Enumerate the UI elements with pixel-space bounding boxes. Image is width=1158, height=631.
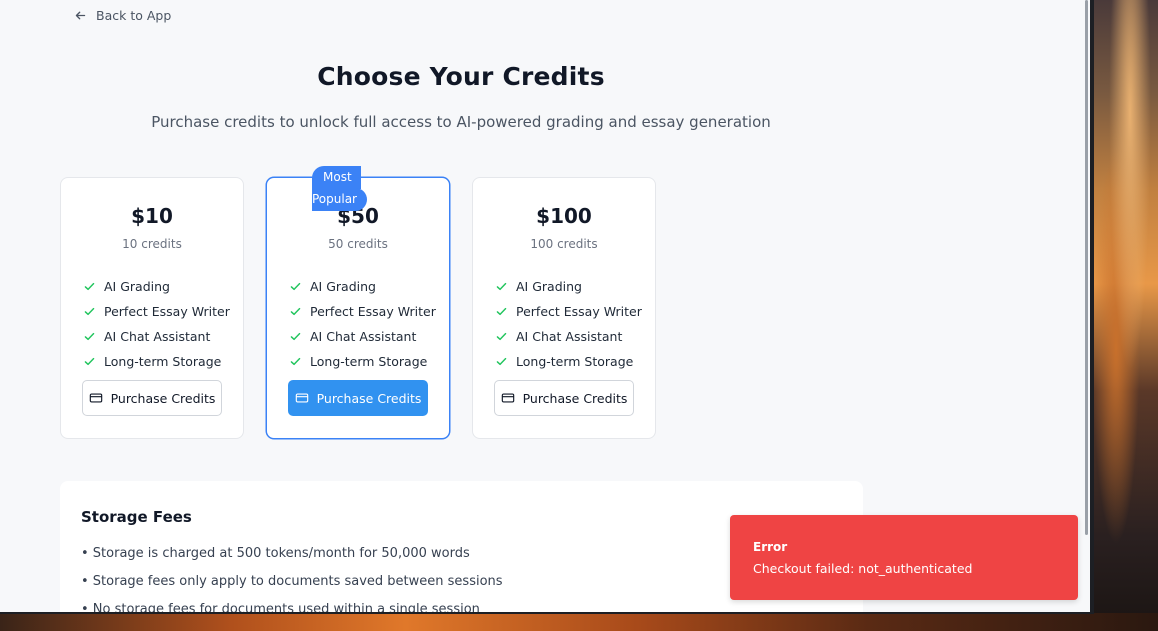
check-icon xyxy=(290,357,301,366)
page-subtitle: Purchase credits to unlock full access t… xyxy=(151,113,771,131)
feature-list: AI Grading Perfect Essay Writer AI Chat … xyxy=(495,274,642,374)
feature-list: AI Grading Perfect Essay Writer AI Chat … xyxy=(289,274,436,374)
plan-card-50: $50 50 credits AI Grading Perfect Essay … xyxy=(266,177,450,439)
badge-line-1: Most xyxy=(312,166,361,189)
page-title: Choose Your Credits xyxy=(317,62,605,91)
credit-card-icon xyxy=(295,393,308,403)
purchase-credits-label: Purchase Credits xyxy=(110,390,216,406)
check-icon xyxy=(496,307,507,316)
feature-list: AI Grading Perfect Essay Writer AI Chat … xyxy=(83,274,230,374)
purchase-credits-button[interactable]: Purchase Credits xyxy=(494,380,634,416)
feature-label: AI Chat Assistant xyxy=(310,329,417,344)
storage-fee-item: • Storage is charged at 500 tokens/month… xyxy=(81,546,470,561)
desktop-wallpaper-bottom xyxy=(0,613,1158,631)
feature-item: AI Grading xyxy=(495,274,642,299)
feature-label: Long-term Storage xyxy=(310,354,428,369)
feature-item: AI Grading xyxy=(289,274,436,299)
feature-item: Perfect Essay Writer xyxy=(83,299,230,324)
check-icon xyxy=(496,357,507,366)
check-icon xyxy=(84,307,95,316)
check-icon xyxy=(496,332,507,341)
check-icon xyxy=(290,332,301,341)
purchase-credits-button[interactable]: Purchase Credits xyxy=(82,380,222,416)
back-to-app-label: Back to App xyxy=(96,8,172,23)
check-icon xyxy=(290,282,301,291)
feature-label: Long-term Storage xyxy=(104,354,222,369)
toast-message: Checkout failed: not_authenticated xyxy=(753,561,973,576)
storage-fee-item: • Storage fees only apply to documents s… xyxy=(81,574,503,589)
check-icon xyxy=(84,332,95,341)
plan-credits: 50 credits xyxy=(328,237,388,251)
badge-line-2: Popular xyxy=(312,188,367,211)
credit-card-icon xyxy=(89,393,102,403)
check-icon xyxy=(84,357,95,366)
feature-label: AI Chat Assistant xyxy=(516,329,623,344)
purchase-credits-label: Purchase Credits xyxy=(522,390,628,406)
desktop-wallpaper xyxy=(1088,0,1158,631)
plan-card-100: $100 100 credits AI Grading Perfect Essa… xyxy=(472,177,656,439)
feature-label: AI Grading xyxy=(104,279,170,294)
purchase-credits-button[interactable]: Purchase Credits xyxy=(288,380,428,416)
feature-item: Long-term Storage xyxy=(83,349,230,374)
feature-label: Perfect Essay Writer xyxy=(516,304,642,319)
feature-label: AI Grading xyxy=(310,279,376,294)
check-icon xyxy=(496,282,507,291)
check-icon xyxy=(290,307,301,316)
feature-item: AI Chat Assistant xyxy=(495,324,642,349)
toast-title: Error xyxy=(753,540,788,554)
storage-fees-title: Storage Fees xyxy=(81,508,192,526)
feature-item: AI Chat Assistant xyxy=(83,324,230,349)
plan-credits: 10 credits xyxy=(122,237,182,251)
arrow-left-icon xyxy=(75,11,86,20)
feature-label: AI Grading xyxy=(516,279,582,294)
feature-label: Perfect Essay Writer xyxy=(104,304,230,319)
feature-label: AI Chat Assistant xyxy=(104,329,211,344)
credit-card-icon xyxy=(501,393,514,403)
plan-card-10: $10 10 credits AI Grading Perfect Essay … xyxy=(60,177,244,439)
feature-item: Perfect Essay Writer xyxy=(289,299,436,324)
error-toast[interactable]: Error Checkout failed: not_authenticated xyxy=(730,515,1078,600)
purchase-credits-label: Purchase Credits xyxy=(316,390,422,406)
feature-label: Long-term Storage xyxy=(516,354,634,369)
plan-price: $100 xyxy=(536,204,592,228)
plan-price: $10 xyxy=(131,204,173,228)
feature-item: Long-term Storage xyxy=(495,349,642,374)
feature-item: Perfect Essay Writer xyxy=(495,299,642,324)
feature-item: Long-term Storage xyxy=(289,349,436,374)
storage-fee-item: • No storage fees for documents used wit… xyxy=(81,602,480,614)
app-window: Back to App Choose Your Credits Purchase… xyxy=(0,0,1094,614)
vertical-scrollbar[interactable] xyxy=(1085,0,1088,535)
plan-credits: 100 credits xyxy=(530,237,598,251)
most-popular-badge: Most Popular xyxy=(312,166,372,212)
check-icon xyxy=(84,282,95,291)
back-to-app-link[interactable]: Back to App xyxy=(74,8,171,23)
feature-item: AI Chat Assistant xyxy=(289,324,436,349)
feature-label: Perfect Essay Writer xyxy=(310,304,436,319)
storage-fees-list: • Storage is charged at 500 tokens/month… xyxy=(81,545,503,614)
feature-item: AI Grading xyxy=(83,274,230,299)
